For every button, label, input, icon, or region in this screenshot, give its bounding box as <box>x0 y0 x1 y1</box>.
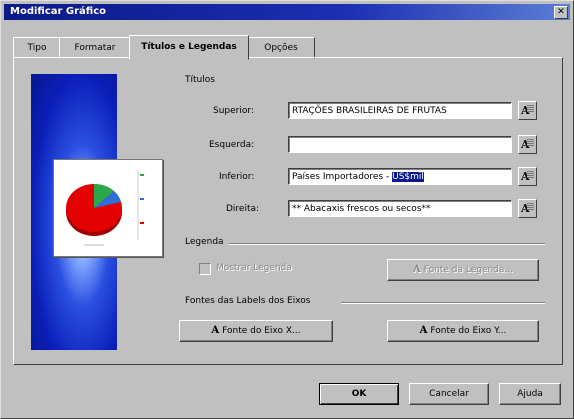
inferior-value-text: Países Importadores - <box>292 172 393 182</box>
superior-title-input[interactable]: RTAÇÕES BRASILEIRAS DE FRUTAS <box>288 102 512 119</box>
show-legend-label: Mostrar Legenda <box>216 263 292 273</box>
legend-font-button-label: Fonte da Legenda... <box>423 265 513 275</box>
superior-label: Superior: <box>213 106 254 116</box>
y-axis-font-button-label: Fonte do Eixo Y... <box>430 326 507 336</box>
chart-preview <box>53 159 163 257</box>
font-A-icon: A <box>419 325 428 336</box>
direita-label: Direita: <box>226 204 260 214</box>
inferior-label: Inferior: <box>219 172 255 182</box>
tab-tipo[interactable]: Tipo <box>13 37 61 59</box>
pie-chart-thumbnail <box>66 170 144 246</box>
tab-formatar[interactable]: Formatar <box>59 37 131 59</box>
direita-font-button[interactable]: A <box>518 199 537 218</box>
show-legend-checkbox[interactable] <box>199 263 211 275</box>
inferior-title-input[interactable]: Países Importadores - US$mil <box>288 168 512 185</box>
caption-line <box>84 244 104 246</box>
tab-titulos-legendas[interactable]: Títulos e Legendas <box>129 35 249 60</box>
font-swatch-icon <box>527 138 534 146</box>
modify-chart-dialog: Modificar Gráfico ✕ Tipo Formatar Título… <box>0 0 574 419</box>
cancel-button[interactable]: Cancelar <box>409 383 489 405</box>
x-axis-font-button-label: Fonte do Eixo X... <box>222 326 301 336</box>
x-axis-font-button[interactable]: A Fonte do Eixo X... <box>179 320 333 342</box>
help-button[interactable]: Ajuda <box>499 383 561 405</box>
superior-font-button[interactable]: A <box>518 101 537 120</box>
inferior-font-button[interactable]: A <box>518 167 537 186</box>
close-button[interactable]: ✕ <box>554 6 568 19</box>
tab-opcoes[interactable]: Opções <box>247 37 315 59</box>
ok-button[interactable]: OK <box>319 383 399 405</box>
legend-group-label: Legenda <box>185 237 224 247</box>
axes-group-label: Fontes das Labels dos Eixos <box>185 296 311 306</box>
legend-swatch-blue <box>140 198 144 200</box>
font-A-icon: A <box>211 325 220 336</box>
titles-group-label: Títulos <box>185 75 215 85</box>
title-bar: Modificar Gráfico ✕ <box>4 4 570 20</box>
legend-swatch-red <box>140 222 144 224</box>
close-icon: ✕ <box>557 7 565 17</box>
legend-font-button[interactable]: A Fonte da Legenda... <box>387 259 539 281</box>
font-swatch-icon <box>527 170 534 178</box>
font-swatch-icon <box>527 104 534 112</box>
font-A-icon: A <box>412 264 421 275</box>
inferior-selected-text: US$mil <box>392 172 424 182</box>
direita-title-input[interactable]: ** Abacaxis frescos ou secos** <box>288 200 512 217</box>
y-axis-font-button[interactable]: A Fonte do Eixo Y... <box>387 320 539 342</box>
esquerda-font-button[interactable]: A <box>518 135 537 154</box>
legend-divider <box>229 243 545 245</box>
esquerda-label: Esquerda: <box>209 140 255 150</box>
window-title: Modificar Gráfico <box>10 6 107 17</box>
legend-swatch-green <box>140 174 144 176</box>
axes-divider <box>341 302 545 304</box>
esquerda-title-input[interactable] <box>288 136 512 153</box>
font-swatch-icon <box>527 202 534 210</box>
